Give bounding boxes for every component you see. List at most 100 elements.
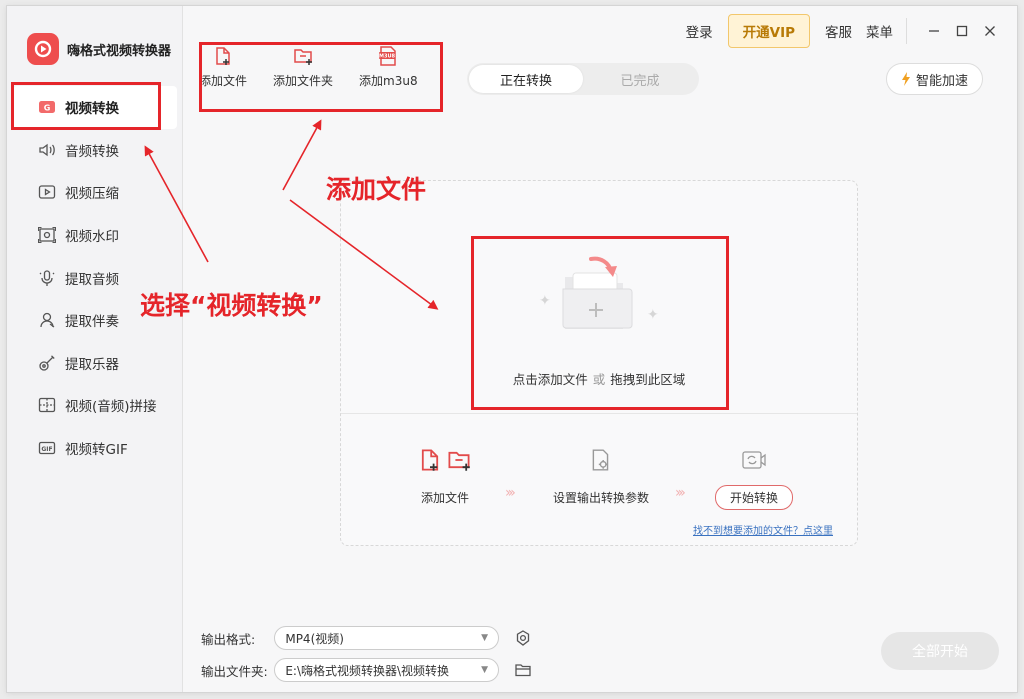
guitar-icon: [37, 353, 57, 373]
service-link[interactable]: 客服: [825, 21, 852, 41]
header-actions: 登录 开通VIP 客服 菜单: [679, 14, 1001, 48]
chevron-down-icon: ▼: [481, 665, 488, 675]
output-folder-row: 输出文件夹: E:\嗨格式视频转换器\视频转换 ▼: [201, 658, 531, 682]
sidebar-item-video-compress[interactable]: 视频压缩: [13, 171, 177, 214]
arrow-right-icon: ›››: [505, 485, 516, 501]
speedup-button[interactable]: 智能加速: [885, 63, 983, 95]
add-file-button[interactable]: 添加文件: [199, 44, 247, 89]
tab-done[interactable]: 已完成: [583, 65, 697, 93]
sidebar-item-gif[interactable]: GIF 视频转GIF: [13, 427, 177, 470]
close-button[interactable]: [979, 20, 1001, 42]
sidebar-item-label: 视频转换: [65, 101, 119, 118]
maximize-button[interactable]: [951, 20, 973, 42]
status-tabs: 正在转换 已完成: [467, 63, 699, 95]
output-folder-label: 输出文件夹:: [201, 663, 268, 679]
sidebar-item-merge[interactable]: 视频(音频)拼接: [13, 384, 177, 427]
annotation-text-select-video: 选择“视频转换”: [140, 291, 323, 320]
close-icon: [985, 26, 995, 36]
svg-text:GIF: GIF: [41, 446, 52, 453]
drop-hint: 点击添加文件或拖拽到此区域: [341, 369, 857, 388]
drag-here-text: 拖拽到此区域: [610, 372, 686, 387]
menu-link[interactable]: 菜单: [866, 21, 893, 41]
step-settings: 设置输出转换参数: [553, 445, 649, 506]
or-text: 或: [592, 372, 606, 387]
speaker-icon: [37, 140, 57, 160]
drop-area[interactable]: ✦ ✦ 点击添加文件或拖拽到此区域: [341, 181, 857, 413]
app-window: 嗨格式视频转换器 G 视频转换 音频转换 视频压缩 视频水印 提取音频 提取伴奏…: [6, 5, 1018, 693]
merge-icon: [37, 395, 57, 415]
add-folder-icon: [448, 451, 470, 471]
open-folder-button[interactable]: [515, 663, 531, 677]
sidebar: 嗨格式视频转换器 G 视频转换 音频转换 视频压缩 视频水印 提取音频 提取伴奏…: [7, 6, 183, 692]
speedup-label: 智能加速: [915, 73, 968, 89]
output-folder-value: E:\嗨格式视频转换器\视频转换: [285, 663, 450, 678]
folder-icon: [551, 251, 641, 341]
output-format-label: 输出格式:: [201, 631, 256, 647]
annotation-text-add-file: 添加文件: [326, 175, 427, 204]
sparkle-icon: ✦: [539, 293, 551, 309]
add-folder-label: 添加文件夹: [273, 74, 334, 88]
add-file-label: 添加文件: [199, 74, 248, 88]
gif-icon: GIF: [37, 438, 57, 458]
m3u8-badge-text: M3U8: [379, 54, 396, 60]
sidebar-item-label: 视频水印: [65, 229, 119, 246]
start-convert-button[interactable]: 开始转换: [715, 485, 794, 510]
format-settings-button[interactable]: [515, 630, 531, 646]
arrow-right-icon: ›››: [675, 485, 686, 501]
click-add-text: 点击添加文件: [512, 372, 588, 387]
step-label: 添加文件: [420, 491, 469, 505]
step-add-file: 添加文件: [419, 445, 471, 506]
chevron-down-icon: ▼: [481, 633, 488, 643]
add-folder-icon: [292, 44, 314, 68]
app-logo: 嗨格式视频转换器: [27, 33, 171, 65]
login-link[interactable]: 登录: [686, 21, 713, 41]
sparkle-icon: ✦: [647, 307, 659, 323]
step-label: 设置输出转换参数: [553, 491, 650, 505]
sidebar-item-video-convert[interactable]: G 视频转换: [13, 86, 177, 129]
sidebar-item-label: 视频(音频)拼接: [65, 399, 157, 416]
add-file-icon: [212, 44, 234, 68]
m3u8-icon: M3U8: [377, 44, 399, 68]
maximize-icon: [956, 25, 968, 37]
drop-zone: ✦ ✦ 点击添加文件或拖拽到此区域 添加文件 ››› 设置输出转换参数 ››› …: [340, 180, 858, 546]
add-m3u8-button[interactable]: M3U8 添加m3u8: [359, 44, 418, 89]
accompaniment-icon: [37, 310, 57, 330]
vip-button[interactable]: 开通VIP: [727, 14, 810, 48]
start-all-button[interactable]: 全部开始: [881, 632, 999, 670]
sidebar-item-label: 音频转换: [65, 143, 119, 160]
lightning-icon: [901, 72, 911, 86]
settings-file-icon: [592, 449, 609, 471]
microphone-icon: [37, 268, 57, 288]
sidebar-item-watermark[interactable]: 视频水印: [13, 214, 177, 257]
convert-video-icon: [742, 451, 766, 469]
sidebar-item-label: 视频压缩: [65, 186, 119, 203]
output-folder-select[interactable]: E:\嗨格式视频转换器\视频转换 ▼: [274, 658, 499, 682]
sidebar-item-audio-convert[interactable]: 音频转换: [13, 129, 177, 172]
help-link[interactable]: 找不到想要添加的文件？点这里: [693, 522, 833, 537]
sidebar-item-label: 视频转GIF: [65, 442, 128, 459]
watermark-icon: [37, 225, 57, 245]
output-format-value: MP4(视频): [285, 631, 344, 646]
output-format-select[interactable]: MP4(视频) ▼: [274, 626, 499, 650]
sidebar-item-label: 提取乐器: [65, 356, 119, 373]
minimize-icon: [929, 30, 939, 32]
step-start: 开始转换: [715, 445, 794, 510]
window-controls-divider: [906, 18, 907, 44]
app-logo-icon: [27, 33, 59, 65]
sidebar-item-label: 提取伴奏: [65, 314, 119, 331]
folder-open-icon: [515, 664, 531, 677]
sidebar-item-extract-instrument[interactable]: 提取乐器: [13, 342, 177, 385]
output-format-row: 输出格式: MP4(视频) ▼: [201, 626, 531, 650]
toolbar: 添加文件 添加文件夹 M3U8 添加m3u8: [199, 44, 444, 89]
svg-text:G: G: [44, 104, 51, 113]
tab-converting[interactable]: 正在转换: [469, 65, 583, 93]
gear-icon: [516, 630, 530, 646]
add-folder-button[interactable]: 添加文件夹: [273, 44, 333, 89]
sidebar-nav: G 视频转换 音频转换 视频压缩 视频水印 提取音频 提取伴奏 提取乐器 视频(…: [13, 86, 177, 469]
sidebar-item-label: 提取音频: [65, 271, 119, 288]
add-file-icon: [421, 449, 439, 471]
video-compress-icon: [37, 182, 57, 202]
video-convert-icon: G: [37, 97, 57, 117]
minimize-button[interactable]: [923, 20, 945, 42]
add-m3u8-label: 添加m3u8: [359, 74, 418, 88]
